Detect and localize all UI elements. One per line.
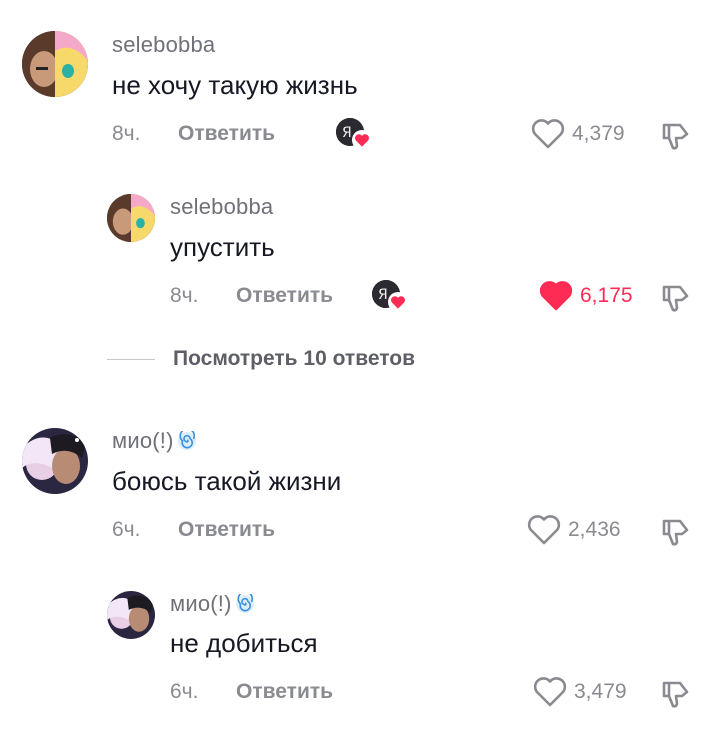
thumbs-down-icon — [662, 285, 689, 312]
like-count: 6,175 — [580, 284, 633, 307]
svg-text:Я: Я — [378, 287, 388, 303]
reply-time: 6ч. — [170, 680, 199, 703]
avatar[interactable] — [22, 31, 88, 97]
like-button[interactable]: 3,479 — [532, 676, 627, 708]
comment-username-text: мио(!) — [112, 428, 174, 453]
avatar[interactable] — [107, 194, 155, 242]
reply-button[interactable]: Ответить — [178, 518, 275, 542]
comment-username[interactable]: selebobba — [112, 32, 215, 58]
like-count: 4,379 — [572, 122, 625, 145]
view-replies-button[interactable]: Посмотреть 10 ответов — [173, 347, 415, 371]
svg-text:Я: Я — [342, 125, 352, 141]
avatar[interactable] — [22, 428, 88, 494]
spiral-emoji-icon — [235, 594, 254, 613]
reply-text: не добиться — [170, 628, 318, 658]
liked-by-creator-icon: Я — [372, 280, 408, 314]
replies-divider — [107, 359, 155, 360]
like-button[interactable]: 6,175 — [538, 280, 633, 312]
heart-outline-icon — [527, 515, 561, 545]
comment-time: 8ч. — [112, 122, 141, 145]
like-button[interactable]: 2,436 — [526, 514, 621, 546]
dislike-button[interactable] — [660, 678, 692, 710]
comment-text: не хочу такую жизнь — [112, 70, 358, 100]
reply-time: 8ч. — [170, 284, 199, 307]
reply-text: упустить — [170, 232, 275, 262]
reply-username-text: мио(!) — [170, 591, 232, 616]
like-count: 2,436 — [568, 518, 621, 541]
heart-outline-icon — [531, 119, 565, 149]
reply-button[interactable]: Ответить — [236, 680, 333, 704]
thumbs-down-icon — [662, 123, 689, 150]
liked-by-creator-icon: Я — [336, 118, 372, 152]
comment-username[interactable]: мио(!) — [112, 428, 197, 454]
avatar[interactable] — [107, 591, 155, 639]
dislike-button[interactable] — [660, 282, 692, 314]
dislike-button[interactable] — [660, 516, 692, 548]
like-button[interactable]: 4,379 — [530, 118, 625, 150]
thumbs-down-icon — [662, 681, 689, 708]
reply-button[interactable]: Ответить — [178, 122, 275, 146]
reply-username[interactable]: selebobba — [170, 194, 273, 220]
heart-outline-icon — [533, 677, 567, 707]
heart-filled-icon — [539, 281, 573, 311]
spiral-emoji-icon — [177, 431, 196, 450]
thumbs-down-icon — [662, 519, 689, 546]
comment-text: боюсь такой жизни — [112, 466, 342, 496]
comment-time: 6ч. — [112, 518, 141, 541]
like-count: 3,479 — [574, 680, 627, 703]
reply-username[interactable]: мио(!) — [170, 591, 255, 617]
dislike-button[interactable] — [660, 120, 692, 152]
reply-button[interactable]: Ответить — [236, 284, 333, 308]
